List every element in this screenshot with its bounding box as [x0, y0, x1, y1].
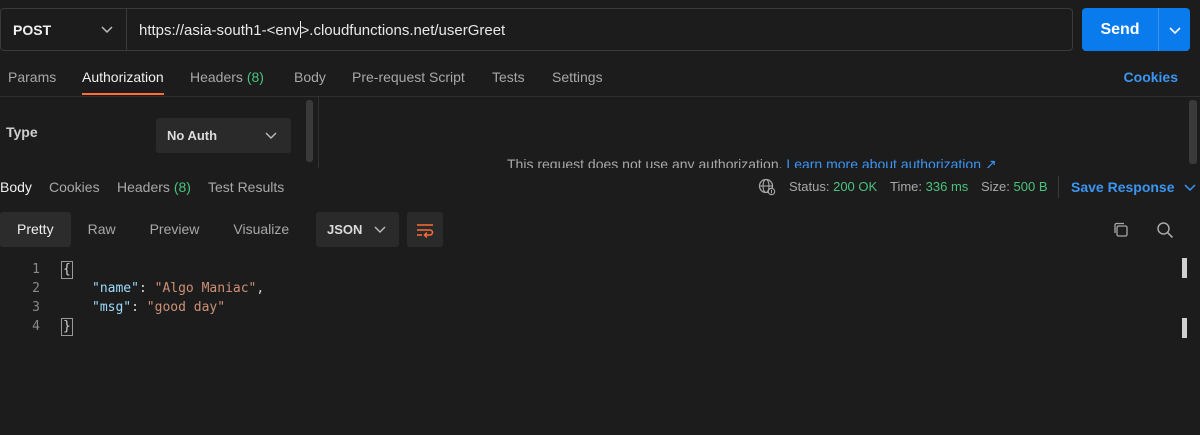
chevron-down-icon — [101, 26, 113, 34]
line-number: 2 — [32, 281, 40, 296]
json-key: "msg" — [92, 300, 132, 315]
tab-params[interactable]: Params — [8, 69, 56, 85]
code-line-1: { — [61, 260, 73, 280]
response-bar: Body Cookies Headers (8) Test Results St… — [0, 168, 1200, 206]
send-button[interactable]: Send — [1082, 8, 1158, 51]
wrap-lines-icon — [417, 223, 434, 238]
line-number: 3 — [32, 300, 40, 315]
send-button-group: Send — [1082, 8, 1190, 51]
tab-label: Headers — [117, 179, 170, 195]
time-label: Time: — [890, 179, 923, 194]
tab-response-cookies[interactable]: Cookies — [49, 179, 100, 195]
tab-response-headers[interactable]: Headers (8) — [117, 179, 191, 195]
tab-test-results[interactable]: Test Results — [208, 179, 284, 195]
auth-type-select[interactable]: No Auth — [156, 118, 291, 153]
network-globe-icon[interactable] — [758, 178, 776, 196]
line-number: 4 — [32, 319, 40, 334]
editor-scrollbar-marker[interactable] — [1182, 318, 1187, 338]
tab-count: (8) — [246, 69, 264, 85]
request-tabs: Params Authorization Headers (8) Body Pr… — [0, 58, 1200, 97]
method-label: POST — [13, 21, 52, 38]
code-line-4: } — [61, 317, 73, 337]
tab-count: (8) — [173, 179, 191, 195]
url-input[interactable]: https://asia-south1-<env>.cloudfunctions… — [139, 21, 505, 39]
tab-label: Pre-request Script — [352, 69, 465, 85]
editor-scrollbar-marker[interactable] — [1182, 258, 1187, 278]
search-icon[interactable] — [1156, 221, 1174, 239]
status-label: Status: — [789, 179, 830, 194]
pane-divider[interactable] — [318, 96, 319, 170]
auth-type-value: No Auth — [167, 128, 218, 143]
meta-divider — [1058, 176, 1059, 198]
active-tab-indicator — [82, 93, 164, 95]
chevron-down-icon — [374, 226, 386, 233]
code-line-2: "name": "Algo Maniac", — [92, 281, 265, 296]
json-value: "good day" — [146, 300, 226, 315]
tab-label: Tests — [492, 69, 525, 85]
format-value: JSON — [327, 222, 363, 237]
auth-type-label: Type — [6, 124, 38, 140]
left-pane-scrollbar[interactable] — [306, 100, 313, 162]
size-value: 500 B — [1013, 179, 1048, 194]
view-raw[interactable]: Raw — [71, 212, 133, 247]
time-meta[interactable]: Time: 336 ms — [890, 179, 968, 194]
send-options-button[interactable] — [1159, 8, 1190, 51]
tab-authorization[interactable]: Authorization — [82, 69, 164, 85]
view-preview[interactable]: Preview — [133, 212, 217, 247]
tab-label: Body — [0, 179, 32, 195]
view-mode-tabs: Pretty Raw Preview Visualize — [0, 212, 306, 247]
close-brace: } — [61, 318, 73, 336]
size-label: Size: — [981, 179, 1010, 194]
tab-response-body[interactable]: Body — [0, 179, 32, 195]
tab-label: Params — [8, 69, 57, 85]
chevron-down-icon — [1168, 26, 1181, 34]
json-key: "name" — [92, 281, 139, 296]
tab-pre-request-script[interactable]: Pre-request Script — [352, 69, 465, 85]
response-body-editor[interactable]: 1 2 3 4 { "name": "Algo Maniac", "msg": … — [0, 260, 1170, 430]
tab-label: Authorization — [82, 69, 164, 85]
tab-settings[interactable]: Settings — [552, 69, 603, 85]
code-line-3: "msg": "good day" — [92, 300, 226, 315]
view-visualize[interactable]: Visualize — [216, 212, 306, 247]
save-response-label: Save Response — [1071, 179, 1175, 195]
copy-icon[interactable] — [1112, 221, 1130, 239]
tab-label: Headers — [190, 69, 243, 85]
url-text-start: https://asia-south1-<env — [139, 22, 300, 39]
url-bar: POST https://asia-south1-<env>.cloudfunc… — [0, 8, 1073, 51]
tab-label: Body — [294, 69, 326, 85]
tab-label: Cookies — [49, 179, 100, 195]
save-response-button[interactable]: Save Response — [1071, 179, 1196, 195]
url-text-end: >.cloudfunctions.net/userGreet — [300, 22, 506, 39]
status-value: 200 OK — [833, 179, 878, 194]
wrap-lines-button[interactable] — [407, 212, 443, 247]
open-brace: { — [61, 261, 73, 279]
tab-label: Settings — [552, 69, 603, 85]
right-pane-scrollbar[interactable] — [1189, 100, 1197, 164]
view-pretty[interactable]: Pretty — [0, 212, 71, 247]
tab-tests[interactable]: Tests — [492, 69, 525, 85]
tab-label: Test Results — [208, 179, 285, 195]
tab-body[interactable]: Body — [294, 69, 326, 85]
chevron-down-icon — [265, 132, 277, 139]
size-meta[interactable]: Size: 500 B — [981, 179, 1048, 194]
line-number: 1 — [32, 262, 40, 277]
time-value: 336 ms — [925, 179, 969, 194]
cookies-link[interactable]: Cookies — [1124, 69, 1178, 85]
method-select[interactable]: POST — [1, 9, 127, 50]
format-select[interactable]: JSON — [316, 212, 399, 247]
tab-headers[interactable]: Headers (8) — [190, 69, 264, 85]
json-value: "Algo Maniac" — [154, 281, 257, 296]
status-meta[interactable]: Status: 200 OK — [789, 179, 877, 194]
chevron-down-icon — [1184, 184, 1196, 192]
